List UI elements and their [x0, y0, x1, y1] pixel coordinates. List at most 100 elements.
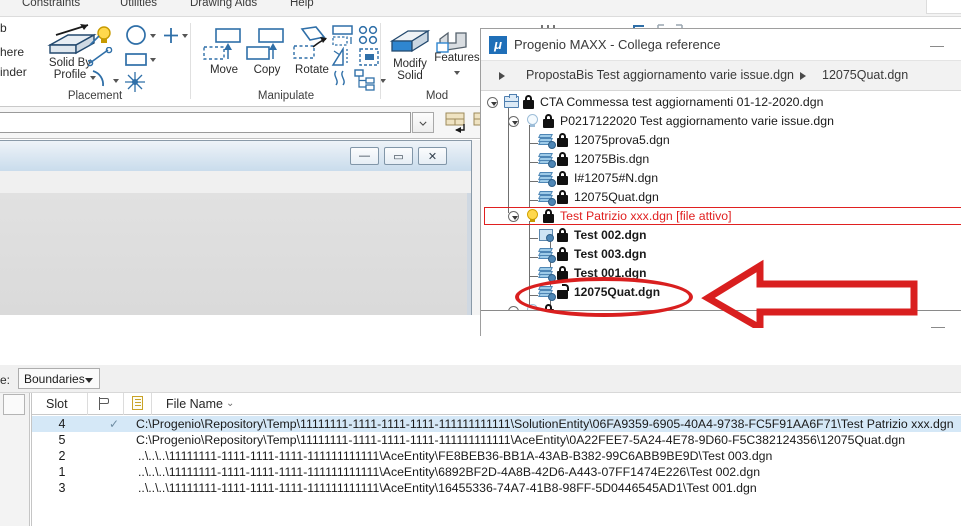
- doc-minimize-button[interactable]: —: [350, 147, 379, 165]
- breadcrumb-item-1[interactable]: 12075Quat.dgn: [822, 68, 908, 82]
- lock-closed-icon: [557, 190, 568, 204]
- tree-row-test-003[interactable]: Test 003.dgn: [481, 245, 961, 264]
- grid-header-flag[interactable]: [88, 393, 124, 415]
- layers-icon: [538, 153, 556, 168]
- ribbon-tab-strip: Constraints Utilities Drawing Aids Help: [0, 0, 961, 17]
- tree-row-12075bis[interactable]: 12075Bis.dgn: [481, 150, 961, 169]
- mu-logo-icon: μ: [489, 36, 507, 54]
- tree-row-label: 12075Quat.dgn: [574, 285, 661, 299]
- modify-solid-button[interactable]: Modify Solid: [386, 25, 434, 89]
- modify-solid-label: Modify Solid: [393, 58, 427, 82]
- doc-restore-label: ▭: [393, 150, 404, 163]
- bulb-on-icon[interactable]: [527, 209, 538, 223]
- search-dropdown-button[interactable]: [412, 112, 434, 133]
- grid-header-page[interactable]: [124, 393, 152, 415]
- tree-row-label: Test 001.dgn: [574, 266, 647, 280]
- expander-icon[interactable]: [508, 116, 519, 127]
- rotate-button[interactable]: Rotate: [288, 25, 336, 83]
- features-button[interactable]: Features: [434, 25, 480, 89]
- document-window-scrollbar[interactable]: [467, 193, 471, 315]
- layers-icon: [538, 267, 556, 282]
- breadcrumb-arrow-icon[interactable]: [800, 72, 806, 80]
- lock-closed-icon: [557, 133, 568, 147]
- lock-closed-icon: [557, 228, 568, 242]
- tree-row-test-002[interactable]: Test 002.dgn: [481, 226, 961, 245]
- table-row[interactable]: 1 ..\..\..\11111111-1111-1111-1111-11111…: [32, 464, 961, 480]
- grid-select-all-cell[interactable]: [3, 394, 25, 415]
- references-grid[interactable]: Slot File Name ⌄ 4 ✓ C:\Progenio\Reposit…: [31, 393, 961, 526]
- tree-connector: [530, 162, 538, 163]
- tree-row-test-patrizio-active[interactable]: Test Patrizio xxx.dgn [file attivo]: [481, 207, 961, 226]
- flag-icon: [99, 397, 112, 410]
- rotate-label: Rotate: [295, 64, 329, 76]
- tree-row-test-001[interactable]: Test 001.dgn: [481, 264, 961, 283]
- lock-open-icon: [557, 284, 569, 299]
- search-input[interactable]: [0, 112, 411, 133]
- doc-close-button[interactable]: ✕: [418, 147, 447, 165]
- filter-label: e:: [0, 373, 11, 387]
- grid-cell-slot: 2: [58, 449, 66, 463]
- dialog-footer-minimize-button[interactable]: [926, 318, 950, 334]
- grid-header-filename[interactable]: File Name ⌄: [152, 393, 961, 415]
- tree-row-12075prova5[interactable]: 12075prova5.dgn: [481, 131, 961, 150]
- tree-connector: [530, 143, 538, 144]
- move-icon: [203, 28, 241, 60]
- lock-closed-icon: [557, 266, 568, 280]
- grid-cell-filename: ..\..\..\11111111-1111-1111-1111-1111111…: [138, 449, 773, 463]
- bulb-off-icon[interactable]: [527, 114, 538, 128]
- place-circle-chevron-down-icon[interactable]: [150, 34, 156, 38]
- briefcase-icon: [504, 94, 519, 108]
- search-input-field[interactable]: [0, 113, 410, 132]
- modify-solid-icon: [389, 29, 431, 53]
- table-row[interactable]: 4 ✓ C:\Progenio\Repository\Temp\11111111…: [32, 416, 961, 432]
- tree-row-12075quat-locked[interactable]: 12075Quat.dgn: [481, 188, 961, 207]
- ribbon-tab-utilities[interactable]: Utilities: [120, 0, 157, 9]
- boundaries-combo[interactable]: Boundaries: [18, 368, 100, 389]
- document-window-subbar: [0, 171, 471, 193]
- ribbon-tab-drawing-aids[interactable]: Drawing Aids: [190, 0, 257, 9]
- expander-icon[interactable]: [487, 97, 498, 108]
- tree-bottom-divider: [481, 310, 961, 311]
- rotate-icon: [293, 26, 327, 59]
- dialog-title: Progenio MAXX - Collega reference: [514, 37, 721, 52]
- table-row[interactable]: 2 ..\..\..\11111111-1111-1111-1111-11111…: [32, 448, 961, 464]
- dialog-minimize-button[interactable]: [925, 37, 949, 53]
- grid-row-header-column: [0, 393, 30, 526]
- tree-row-label: I#12075#N.dgn: [574, 171, 659, 185]
- sort-chevron-icon[interactable]: ⌄: [226, 398, 234, 409]
- chevron-down-icon: [419, 121, 427, 126]
- boundaries-combo-value: Boundaries: [24, 372, 85, 386]
- doc-restore-button[interactable]: ▭: [384, 147, 413, 165]
- dialog-titlebar[interactable]: μ Progenio MAXX - Collega reference: [481, 29, 961, 61]
- grid-header-slot[interactable]: Slot: [32, 393, 88, 415]
- place-rectangle-chevron-down-icon[interactable]: [150, 58, 156, 62]
- features-chevron-down-icon[interactable]: [454, 71, 460, 75]
- reference-tree[interactable]: CTA Commessa test aggiornamenti 01-12-20…: [481, 91, 961, 336]
- document-window-titlebar[interactable]: — ▭ ✕: [0, 141, 471, 171]
- layers-icon: [538, 191, 556, 206]
- breadcrumb-item-0[interactable]: PropostaBis Test aggiornamento varie iss…: [526, 68, 794, 82]
- ribbon-tab-constraints[interactable]: Constraints: [22, 0, 80, 9]
- expander-icon[interactable]: [508, 211, 519, 222]
- place-cross-chevron-down-icon[interactable]: [182, 34, 188, 38]
- move-button[interactable]: Move: [202, 25, 246, 83]
- ribbon-group-modify: Modify Solid Features Mod: [382, 17, 480, 106]
- document-window-canvas[interactable]: [0, 193, 471, 315]
- layers-icon: [538, 248, 556, 263]
- copy-button[interactable]: Copy: [245, 25, 289, 83]
- tree-row-12075quat-unlocked[interactable]: 12075Quat.dgn: [481, 283, 961, 302]
- table-row[interactable]: 3 ..\..\..\11111111-1111-1111-1111-11111…: [32, 480, 961, 496]
- table-row[interactable]: 5 C:\Progenio\Repository\Temp\11111111-1…: [32, 432, 961, 448]
- grid-cell-flag-check[interactable]: ✓: [109, 417, 119, 431]
- layers-icon: [538, 134, 556, 149]
- ribbon-group-placement-label: Placement: [67, 90, 123, 102]
- lock-closed-icon: [557, 171, 568, 185]
- tree-row-p0217122020[interactable]: P0217122020 Test aggiornamento varie iss…: [481, 112, 961, 131]
- tree-connector: [530, 276, 538, 277]
- breadcrumb-arrow-icon[interactable]: [499, 72, 505, 80]
- place-arc-chevron-down-icon[interactable]: [113, 79, 119, 83]
- tree-row-cta-commessa[interactable]: CTA Commessa test aggiornamenti 01-12-20…: [481, 93, 961, 112]
- tree-connector: [530, 181, 538, 182]
- ribbon-tab-help[interactable]: Help: [290, 0, 314, 9]
- tree-row-i12075n[interactable]: I#12075#N.dgn: [481, 169, 961, 188]
